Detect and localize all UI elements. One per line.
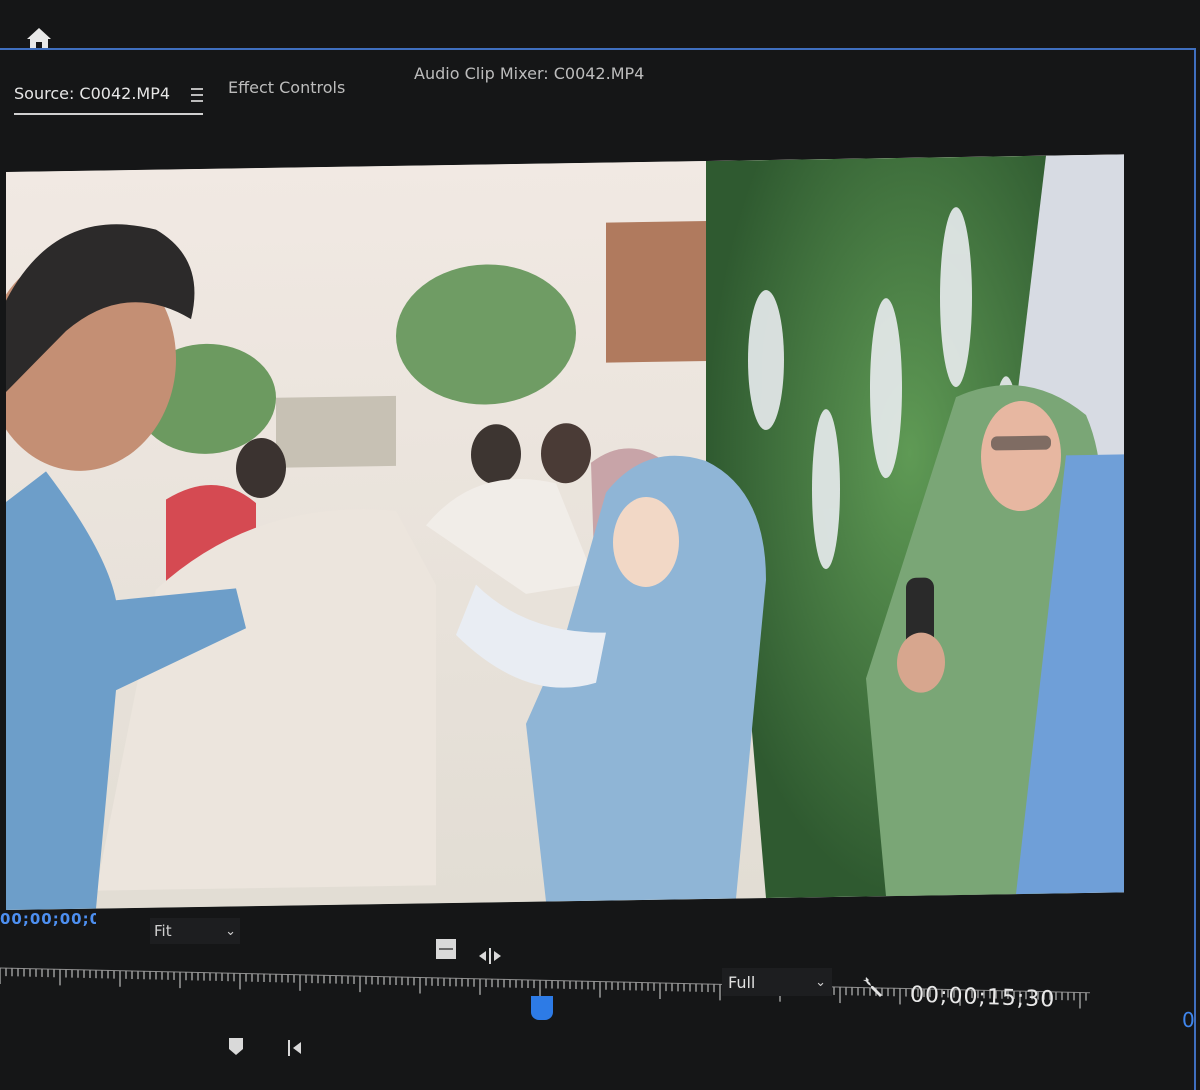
panel-tab-bar: Source: C0042.MP4 Effect Controls Audio … xyxy=(10,64,770,124)
resolution-select[interactable]: Full ⌄ xyxy=(722,968,832,996)
current-timecode[interactable]: 00;00;00;00 xyxy=(0,910,96,928)
mark-in-icon xyxy=(288,1040,301,1056)
tab-source[interactable]: Source: C0042.MP4 xyxy=(14,84,204,115)
hamburger-icon[interactable] xyxy=(191,87,204,102)
video-frame-image xyxy=(6,154,1124,910)
split-arrows-icon xyxy=(479,948,501,964)
wrench-icon xyxy=(863,977,882,997)
duration-timecode: 00;00;15;30 xyxy=(909,982,1056,1013)
playhead-handle[interactable] xyxy=(531,996,553,1020)
bookmark-icon xyxy=(229,1038,243,1055)
chevron-down-icon: ⌄ xyxy=(225,923,236,939)
add-marker-button[interactable] xyxy=(434,937,458,961)
zoom-level-value: Fit xyxy=(154,922,172,940)
chevron-down-icon: ⌄ xyxy=(815,974,826,990)
zoom-level-select[interactable]: Fit ⌄ xyxy=(150,918,240,944)
edge-label: 0 xyxy=(1182,1008,1195,1032)
resolution-value: Full xyxy=(728,972,756,992)
tab-effect-controls-label: Effect Controls xyxy=(228,78,346,97)
tab-source-label: Source: C0042.MP4 xyxy=(14,84,171,103)
video-frame xyxy=(6,154,1124,910)
program-viewer[interactable] xyxy=(6,154,1124,910)
marker-icon xyxy=(436,939,456,959)
tab-audio-clip-mixer-label: Audio Clip Mixer: C0042.MP4 xyxy=(414,64,645,83)
tab-audio-clip-mixer[interactable]: Audio Clip Mixer: C0042.MP4 xyxy=(414,64,644,83)
tab-effect-controls[interactable]: Effect Controls xyxy=(228,78,345,97)
settings-button[interactable] xyxy=(858,972,888,1002)
mark-in-button[interactable] xyxy=(284,1038,308,1058)
insert-button[interactable] xyxy=(476,944,504,968)
marker-button[interactable] xyxy=(226,1036,246,1058)
